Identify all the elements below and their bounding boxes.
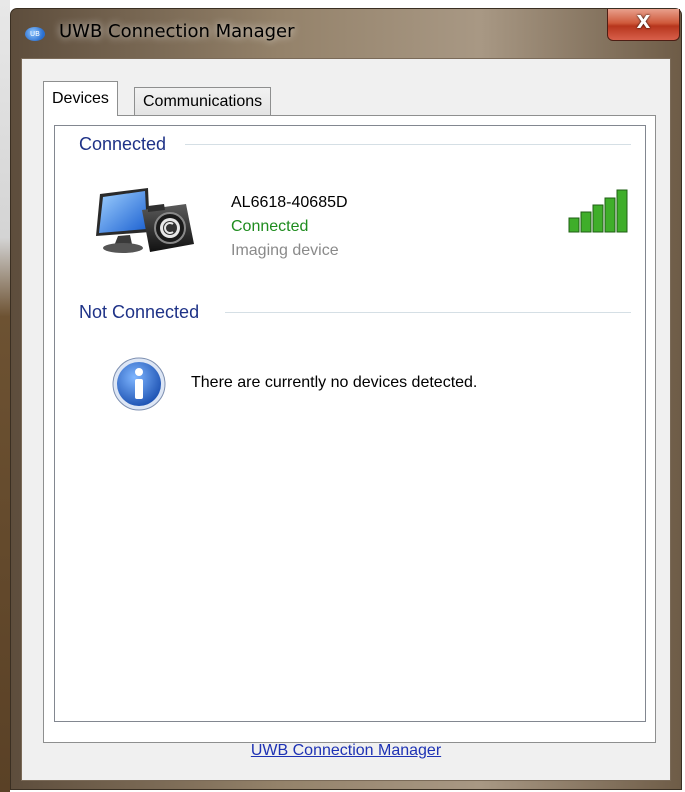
- device-type: Imaging device: [231, 242, 339, 259]
- tab-communications[interactable]: Communications: [134, 87, 272, 116]
- section-divider-not-connected: [225, 312, 631, 313]
- section-header-connected: Connected: [79, 134, 167, 154]
- device-name[interactable]: AL6618-40685D: [231, 194, 348, 212]
- empty-device-message: There are currently no devices detected.: [191, 374, 478, 391]
- monitor-camera-icon: [96, 188, 194, 253]
- uwb-connection-manager-window: UB UWB Connection Manager X Devices Comm…: [10, 8, 682, 790]
- desktop-background: [0, 0, 10, 792]
- window-title: UWB Connection Manager: [59, 21, 295, 42]
- uwb-connection-manager-link[interactable]: UWB Connection Manager: [22, 742, 670, 760]
- uwb-app-icon: UB: [25, 27, 45, 41]
- window-client-area: Devices Communications Connected AL6618-…: [21, 58, 671, 781]
- devices-tab-panel: Connected AL6618-40685D Connected Imagin…: [43, 115, 656, 743]
- device-list: Connected AL6618-40685D Connected Imagin…: [54, 125, 646, 722]
- tab-devices[interactable]: Devices: [43, 81, 118, 116]
- signal-strength-icon: [568, 189, 628, 233]
- device-status: Connected: [231, 218, 309, 235]
- close-button[interactable]: X: [607, 9, 680, 41]
- section-divider-connected: [185, 144, 631, 145]
- title-bar[interactable]: UB UWB Connection Manager X: [11, 9, 681, 59]
- info-icon: [112, 357, 166, 411]
- section-header-not-connected: Not Connected: [79, 302, 200, 322]
